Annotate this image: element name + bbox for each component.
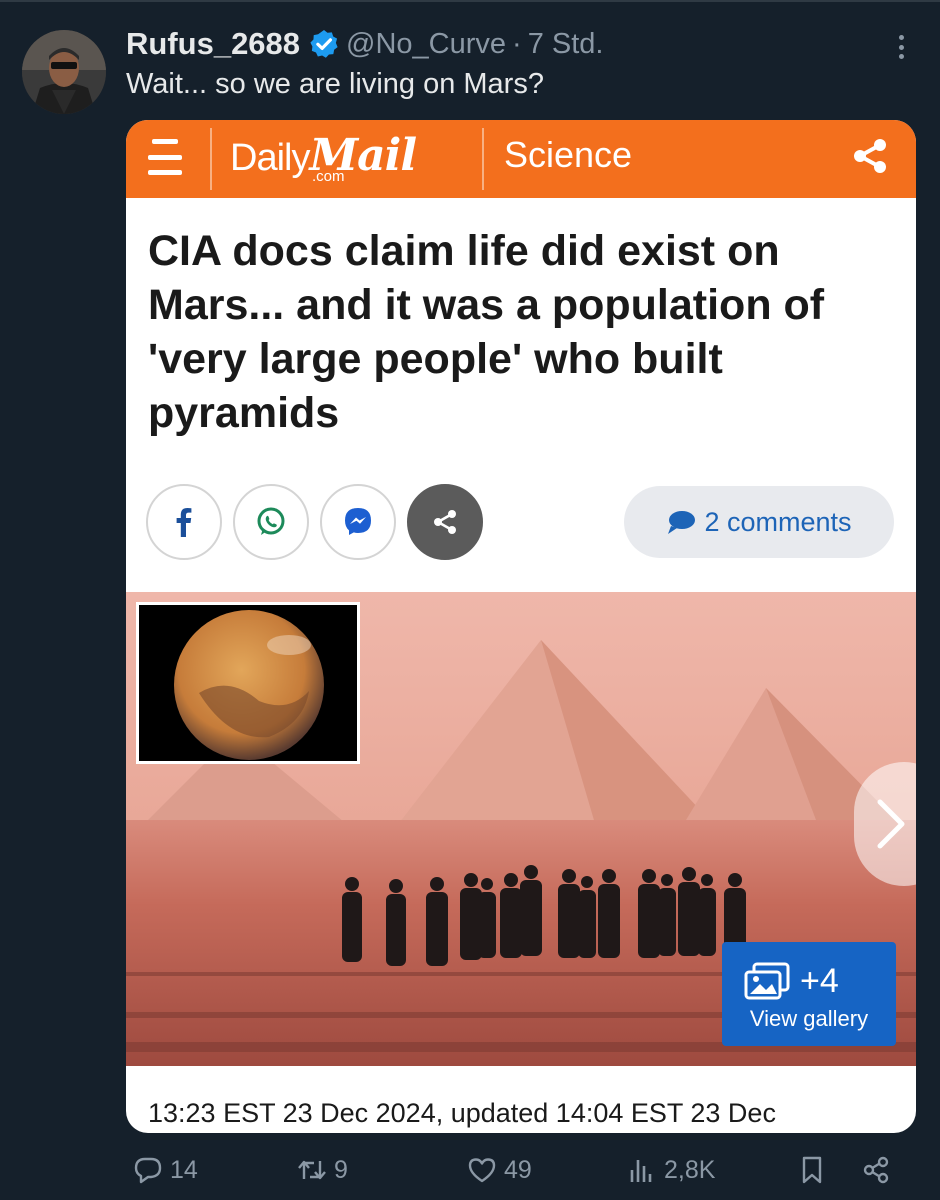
mars-inset-image bbox=[136, 602, 360, 764]
dailymail-header-bar: DailyMail .com Science bbox=[126, 120, 916, 198]
verified-badge-icon bbox=[310, 30, 338, 58]
gallery-count: +4 bbox=[800, 962, 839, 1000]
like-button[interactable]: 49 bbox=[466, 1154, 532, 1186]
avatar[interactable] bbox=[22, 30, 106, 114]
messenger-share-button bbox=[320, 484, 396, 560]
header-divider bbox=[210, 128, 212, 190]
heart-icon bbox=[468, 1158, 496, 1183]
header-divider bbox=[482, 128, 484, 190]
views-chart-icon bbox=[630, 1160, 652, 1182]
article-timestamp: 13:23 EST 23 Dec 2024, updated 14:04 EST… bbox=[148, 1098, 776, 1128]
user-handle[interactable]: @No_Curve bbox=[346, 28, 506, 61]
more-options-icon[interactable] bbox=[886, 32, 916, 62]
messenger-icon bbox=[345, 508, 371, 535]
repost-button[interactable]: 9 bbox=[296, 1154, 348, 1186]
views-count: 2,8K bbox=[664, 1155, 716, 1184]
separator-dot: · bbox=[512, 27, 522, 60]
tweet-text: Wait... so we are living on Mars? bbox=[126, 68, 544, 100]
top-divider bbox=[0, 0, 940, 2]
gallery-icon bbox=[744, 962, 790, 1000]
article-screenshot-card[interactable]: DailyMail .com Science CIA docs claim li… bbox=[126, 120, 916, 1133]
chevron-right-icon bbox=[877, 799, 905, 849]
share-icon bbox=[434, 510, 456, 534]
share-icon bbox=[854, 139, 886, 173]
tweet-header: Rufus_2688 @No_Curve · 7 Std. bbox=[126, 24, 603, 64]
reply-icon bbox=[134, 1157, 162, 1184]
gallery-label: View gallery bbox=[749, 1006, 869, 1031]
share-icon bbox=[863, 1156, 889, 1184]
facebook-icon bbox=[176, 508, 192, 537]
dailymail-logo-domain: .com bbox=[312, 168, 345, 185]
bookmark-icon bbox=[802, 1156, 822, 1184]
article-headline: CIA docs claim life did exist on Mars...… bbox=[148, 227, 825, 437]
like-count: 49 bbox=[504, 1155, 532, 1184]
comments-button: 2 comments bbox=[624, 486, 894, 558]
facebook-share-button bbox=[146, 484, 222, 560]
reply-count: 14 bbox=[170, 1155, 198, 1184]
bookmark-button[interactable] bbox=[796, 1154, 834, 1186]
share-button[interactable] bbox=[860, 1154, 898, 1186]
display-name[interactable]: Rufus_2688 bbox=[126, 26, 300, 62]
more-share-button bbox=[407, 484, 483, 560]
tweet-action-bar: 14 9 49 2,8K bbox=[126, 1150, 916, 1196]
repost-count: 9 bbox=[334, 1155, 348, 1184]
views-button[interactable]: 2,8K bbox=[626, 1154, 715, 1186]
hamburger-menu-icon bbox=[148, 139, 182, 175]
repost-icon bbox=[298, 1160, 326, 1180]
post-time[interactable]: 7 Std. bbox=[528, 28, 604, 61]
comment-bubble-icon bbox=[668, 511, 696, 534]
whatsapp-icon bbox=[257, 507, 285, 535]
section-label: Science bbox=[504, 134, 633, 175]
reply-button[interactable]: 14 bbox=[132, 1154, 198, 1186]
comments-count-label: 2 comments bbox=[704, 506, 852, 537]
whatsapp-share-button bbox=[233, 484, 309, 560]
view-gallery-button: +4 View gallery bbox=[722, 942, 896, 1046]
